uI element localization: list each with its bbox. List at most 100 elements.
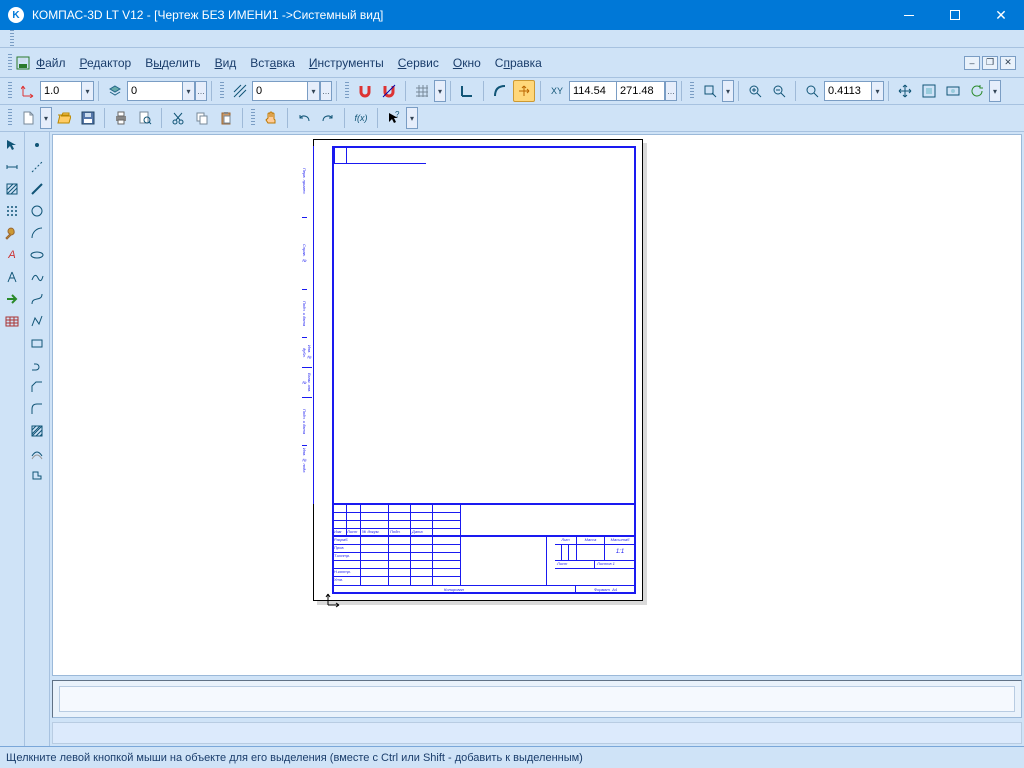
ortho-button[interactable]	[456, 80, 478, 102]
snap-toggle-button[interactable]	[354, 80, 376, 102]
layer-more-button[interactable]: …	[195, 81, 207, 101]
print-button[interactable]	[110, 107, 132, 129]
rectangle-tool[interactable]	[27, 333, 47, 353]
ellipse-tool[interactable]	[27, 245, 47, 265]
hatch-tool[interactable]	[27, 421, 47, 441]
linestyle-button[interactable]	[229, 80, 251, 102]
help-context-button[interactable]: ?	[383, 107, 405, 129]
zoom-realtime-button[interactable]	[801, 80, 823, 102]
associate-panel-button[interactable]	[2, 311, 22, 331]
zoom-window-button[interactable]	[699, 80, 721, 102]
save-quick-button[interactable]	[16, 56, 30, 70]
layer-input[interactable]	[127, 81, 183, 101]
maximize-button[interactable]	[932, 0, 978, 30]
redraw-button[interactable]	[966, 80, 988, 102]
zoom-fit-button[interactable]	[918, 80, 940, 102]
menu-insert[interactable]: Вставка	[244, 53, 301, 73]
paste-button[interactable]	[215, 107, 237, 129]
mdi-restore-button[interactable]: ❐	[982, 56, 998, 70]
chevron-down-icon[interactable]: ▾	[308, 81, 320, 101]
polyline-tool[interactable]	[27, 311, 47, 331]
spline-tool[interactable]	[27, 267, 47, 287]
layer-button[interactable]	[104, 80, 126, 102]
property-panel-content[interactable]	[59, 686, 1015, 712]
measure-panel-button[interactable]: A	[2, 245, 22, 265]
geometry-panel-button[interactable]	[2, 135, 22, 155]
local-cs-button[interactable]	[513, 80, 535, 102]
toolbar-grip[interactable]	[690, 82, 694, 100]
coord-x-field[interactable]	[569, 81, 617, 101]
autoline-tool[interactable]	[27, 355, 47, 375]
close-button[interactable]: ✕	[978, 0, 1024, 30]
chevron-down-icon[interactable]: ▾	[82, 81, 94, 101]
coord-system-button[interactable]	[17, 80, 39, 102]
linestyle-more-button[interactable]: …	[320, 81, 332, 101]
menu-view[interactable]: Вид	[209, 53, 243, 73]
menu-select[interactable]: Выделить	[139, 53, 206, 73]
undo-button[interactable]	[293, 107, 315, 129]
scale-input[interactable]	[40, 81, 82, 101]
help-dropdown[interactable]: ▾	[406, 107, 418, 129]
toolbar-grip[interactable]	[8, 109, 12, 127]
point-tool[interactable]	[27, 135, 47, 155]
fillet-tool[interactable]	[27, 399, 47, 419]
minimize-button[interactable]	[886, 0, 932, 30]
copy-button[interactable]	[191, 107, 213, 129]
redraw-dropdown[interactable]: ▾	[989, 80, 1001, 102]
zoom-in-button[interactable]	[744, 80, 766, 102]
layer-dropdown[interactable]: ▾	[127, 81, 195, 101]
new-button[interactable]	[17, 107, 39, 129]
drawing-canvas[interactable]: Перв. примен. Справ. № Подп. и дата Инв.…	[52, 134, 1022, 676]
symbols-panel-button[interactable]	[2, 179, 22, 199]
coord-more-button[interactable]: …	[665, 81, 677, 101]
mdi-minimize-button[interactable]: –	[964, 56, 980, 70]
pan-button[interactable]	[894, 80, 916, 102]
menu-help[interactable]: Справка	[489, 53, 548, 73]
zoom-out-button[interactable]	[768, 80, 790, 102]
arc-tool[interactable]	[27, 223, 47, 243]
menu-tools[interactable]: Инструменты	[303, 53, 390, 73]
params-panel-button[interactable]	[2, 223, 22, 243]
spec-panel-button[interactable]	[2, 267, 22, 287]
zoom-window-dropdown[interactable]: ▾	[722, 80, 734, 102]
toolbar-grip[interactable]	[220, 82, 224, 100]
scale-dropdown[interactable]: ▾	[40, 81, 94, 101]
edit-panel-button[interactable]	[2, 201, 22, 221]
grid-button[interactable]	[411, 80, 433, 102]
chevron-down-icon[interactable]: ▾	[183, 81, 195, 101]
coord-y-input[interactable]	[617, 81, 665, 101]
properties-button[interactable]	[260, 107, 282, 129]
linestyle-dropdown[interactable]: ▾	[252, 81, 320, 101]
menu-editor[interactable]: Редактор	[74, 53, 138, 73]
equidistant-tool[interactable]	[27, 443, 47, 463]
xy-label-button[interactable]: XY	[546, 80, 568, 102]
chevron-down-icon[interactable]: ▾	[872, 81, 884, 101]
grid-dropdown[interactable]: ▾	[434, 80, 446, 102]
preview-button[interactable]	[134, 107, 156, 129]
toolbar-grip[interactable]	[251, 109, 255, 127]
linestyle-input[interactable]	[252, 81, 308, 101]
round-button[interactable]	[489, 80, 511, 102]
chamfer-tool[interactable]	[27, 377, 47, 397]
zoom-all-button[interactable]	[942, 80, 964, 102]
collect-contour-tool[interactable]	[27, 465, 47, 485]
coord-x-input[interactable]	[569, 81, 617, 101]
menu-file[interactable]: Файл	[30, 53, 72, 73]
snap-settings-button[interactable]	[378, 80, 400, 102]
coord-y-field[interactable]	[617, 81, 665, 101]
open-button[interactable]	[53, 107, 75, 129]
toolbar-grip[interactable]	[8, 82, 12, 100]
green-panel-button[interactable]	[2, 289, 22, 309]
toolbar-grip[interactable]	[10, 30, 14, 48]
zoom-dropdown[interactable]: ▾	[824, 81, 884, 101]
menu-window[interactable]: Окно	[447, 53, 487, 73]
toolbar-grip[interactable]	[8, 54, 12, 72]
zoom-input[interactable]	[824, 81, 872, 101]
save-button[interactable]	[77, 107, 99, 129]
new-dropdown[interactable]: ▾	[40, 107, 52, 129]
auxline-tool[interactable]	[27, 157, 47, 177]
redo-button[interactable]	[317, 107, 339, 129]
bezier-tool[interactable]	[27, 289, 47, 309]
menu-service[interactable]: Сервис	[392, 53, 445, 73]
toolbar-grip[interactable]	[345, 82, 349, 100]
